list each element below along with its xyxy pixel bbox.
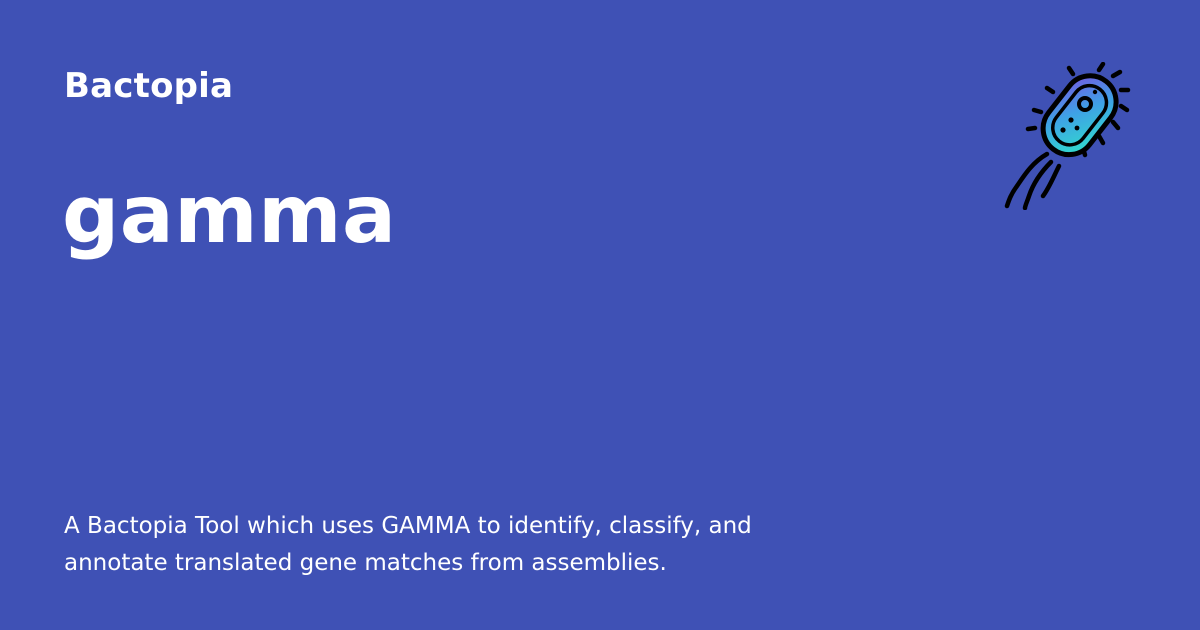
bacterium-icon bbox=[1003, 61, 1133, 211]
page-description: A Bactopia Tool which uses GAMMA to iden… bbox=[64, 513, 752, 576]
site-name: Bactopia bbox=[64, 66, 234, 106]
page-title: gamma bbox=[62, 168, 397, 261]
